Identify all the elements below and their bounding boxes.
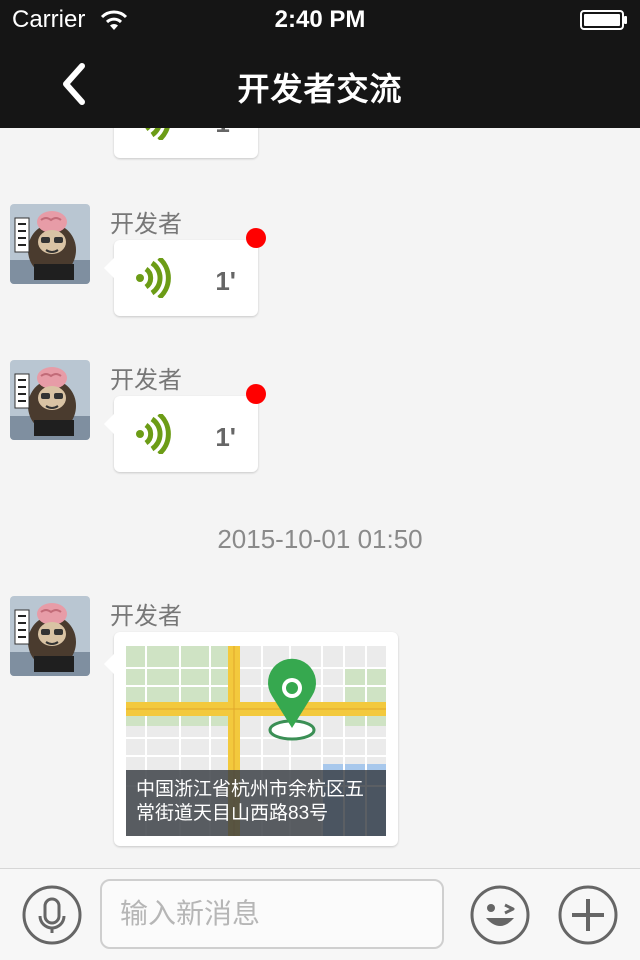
- bubble-tail: [104, 414, 114, 434]
- emoji-icon[interactable]: [470, 885, 530, 945]
- status-time: 2:40 PM: [274, 6, 366, 33]
- sender-name: 开发者: [110, 211, 182, 238]
- monkey-avatar-icon: [10, 596, 90, 676]
- message-list[interactable]: 1' 开发者: [0, 128, 640, 868]
- map-thumbnail: 中国浙江省杭州市余杭区五常街道天目山西路83号: [126, 646, 386, 836]
- avatar[interactable]: [10, 360, 90, 440]
- voice-duration: 1': [215, 128, 236, 139]
- voice-wave-icon: [136, 414, 171, 454]
- voice-wave-icon: [145, 128, 170, 140]
- unread-indicator: [246, 228, 266, 248]
- voice-duration: 1': [215, 422, 236, 452]
- voice-duration: 1': [215, 266, 236, 296]
- avatar[interactable]: [10, 204, 90, 284]
- battery-icon: [580, 10, 627, 30]
- location-message-bubble[interactable]: 中国浙江省杭州市余杭区五常街道天目山西路83号: [104, 632, 398, 846]
- message-input[interactable]: [100, 879, 444, 949]
- voice-message-bubble[interactable]: 1': [104, 396, 258, 472]
- avatar[interactable]: [10, 596, 90, 676]
- page-title: 开发者交流: [237, 71, 403, 107]
- monkey-avatar-icon: [10, 360, 90, 440]
- voice-message-bubble[interactable]: 1': [104, 240, 258, 316]
- location-address: 中国浙江省杭州市余杭区五常街道天目山西路83号: [126, 770, 386, 836]
- voice-wave-icon: [136, 258, 171, 298]
- plus-icon[interactable]: [558, 885, 618, 945]
- microphone-icon[interactable]: [22, 885, 82, 945]
- message-input-bar: [0, 868, 640, 960]
- navigation-bar: Carrier 2:40 PM 开发者交流: [0, 0, 640, 128]
- message-timestamp: 2015-10-01 01:50: [217, 524, 423, 554]
- chat-screen: Carrier 2:40 PM 开发者交流 1': [0, 0, 640, 960]
- sender-name: 开发者: [110, 367, 182, 394]
- monkey-avatar-icon: [10, 204, 90, 284]
- bubble-tail: [104, 258, 114, 278]
- voice-message-bubble[interactable]: 1': [114, 128, 258, 158]
- unread-indicator: [246, 384, 266, 404]
- sender-name: 开发者: [110, 603, 182, 630]
- bubble-tail: [104, 654, 114, 674]
